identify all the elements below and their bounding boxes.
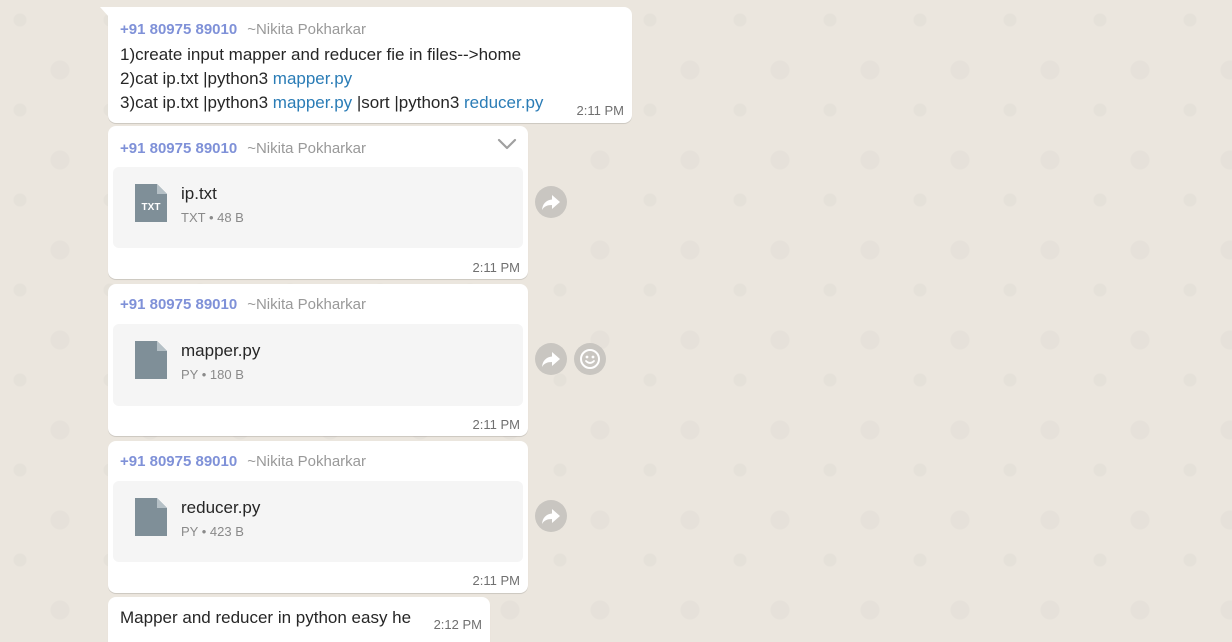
file-meta: PY • 180 B: [181, 367, 244, 382]
file-attachment[interactable]: mapper.py PY • 180 B: [113, 324, 523, 406]
message-time: 2:11 PM: [472, 417, 520, 432]
meta-separator: •: [205, 210, 218, 225]
sender-phone[interactable]: +91 80975 89010: [120, 140, 237, 157]
sender-phone[interactable]: +91 80975 89010: [120, 21, 237, 38]
message-time: 2:12 PM: [433, 617, 482, 632]
line-2-text: 2)cat ip.txt |python3: [120, 69, 273, 88]
message-line-2: 2)cat ip.txt |python3 mapper.py: [120, 69, 352, 89]
emoji-react-button[interactable]: [574, 343, 606, 375]
message-bubble-text[interactable]: +91 80975 89010 ~Nikita Pokharkar 1)creat…: [100, 7, 632, 123]
sender-header: +91 80975 89010 ~Nikita Pokharkar: [120, 140, 366, 157]
file-attachment[interactable]: TXT ip.txt TXT • 48 B: [113, 167, 523, 248]
emoji-icon: [580, 349, 600, 369]
bubble-tail: [100, 7, 109, 17]
sender-nickname: ~Nikita Pokharkar: [247, 453, 367, 470]
sender-header: +91 80975 89010 ~Nikita Pokharkar: [120, 453, 366, 470]
message-line-1: 1)create input mapper and reducer fie in…: [120, 45, 522, 64]
forward-button[interactable]: [535, 343, 567, 375]
meta-separator: •: [198, 367, 210, 382]
message-text: Mapper and reducer in python easy he: [120, 608, 412, 627]
file-meta: TXT • 48 B: [181, 210, 244, 225]
message-time: 2:11 PM: [472, 573, 520, 588]
message-line-3: 3)cat ip.txt |python3 mapper.py |sort |p…: [120, 93, 543, 113]
message-time: 2:11 PM: [576, 103, 624, 118]
message-time: 2:11 PM: [472, 260, 520, 275]
file-size: 180 B: [209, 367, 244, 382]
sender-nickname: ~Nikita Pokharkar: [247, 21, 367, 38]
file-type: PY: [181, 367, 199, 382]
file-name: mapper.py: [181, 341, 261, 360]
file-name: reducer.py: [181, 498, 261, 517]
forward-icon: [542, 352, 560, 367]
file-size: 48 B: [217, 210, 244, 225]
file-name: ip.txt: [181, 184, 217, 203]
sender-nickname: ~Nikita Pokharkar: [247, 296, 367, 313]
sender-phone[interactable]: +91 80975 89010: [120, 453, 237, 470]
forward-button[interactable]: [535, 500, 567, 532]
chevron-down-icon[interactable]: [496, 136, 518, 152]
sender-header: +91 80975 89010 ~Nikita Pokharkar: [120, 296, 366, 313]
meta-separator: •: [198, 524, 210, 539]
file-attachment[interactable]: reducer.py PY • 423 B: [113, 481, 523, 562]
reducer-link[interactable]: reducer.py: [464, 93, 543, 112]
forward-icon: [542, 509, 560, 524]
mapper-link[interactable]: mapper.py: [273, 93, 352, 112]
sender-phone[interactable]: +91 80975 89010: [120, 296, 237, 313]
mapper-link[interactable]: mapper.py: [273, 69, 352, 88]
file-type: TXT: [181, 210, 206, 225]
file-size: 423 B: [209, 524, 244, 539]
message-bubble-file[interactable]: +91 80975 89010 ~Nikita Pokharkar mapper.…: [108, 284, 528, 436]
sender-nickname: ~Nikita Pokharkar: [247, 140, 367, 157]
generic-file-icon: [135, 498, 167, 536]
line-3-text: 3)cat ip.txt |python3: [120, 93, 273, 112]
forward-button[interactable]: [535, 186, 567, 218]
message-bubble-file[interactable]: +91 80975 89010 ~Nikita Pokharkar reducer…: [108, 441, 528, 593]
txt-file-icon: TXT: [135, 184, 167, 222]
line-3-mid-text: |sort |python3: [352, 93, 465, 112]
message-bubble-text[interactable]: Mapper and reducer in python easy he 2:1…: [108, 597, 490, 642]
file-meta: PY • 423 B: [181, 524, 244, 539]
generic-file-icon: [135, 341, 167, 379]
sender-header: +91 80975 89010 ~Nikita Pokharkar: [120, 21, 366, 38]
file-type: PY: [181, 524, 199, 539]
forward-icon: [542, 195, 560, 210]
message-bubble-file[interactable]: +91 80975 89010 ~Nikita Pokharkar TXT ip.…: [108, 126, 528, 279]
txt-icon-label: TXT: [142, 202, 161, 213]
